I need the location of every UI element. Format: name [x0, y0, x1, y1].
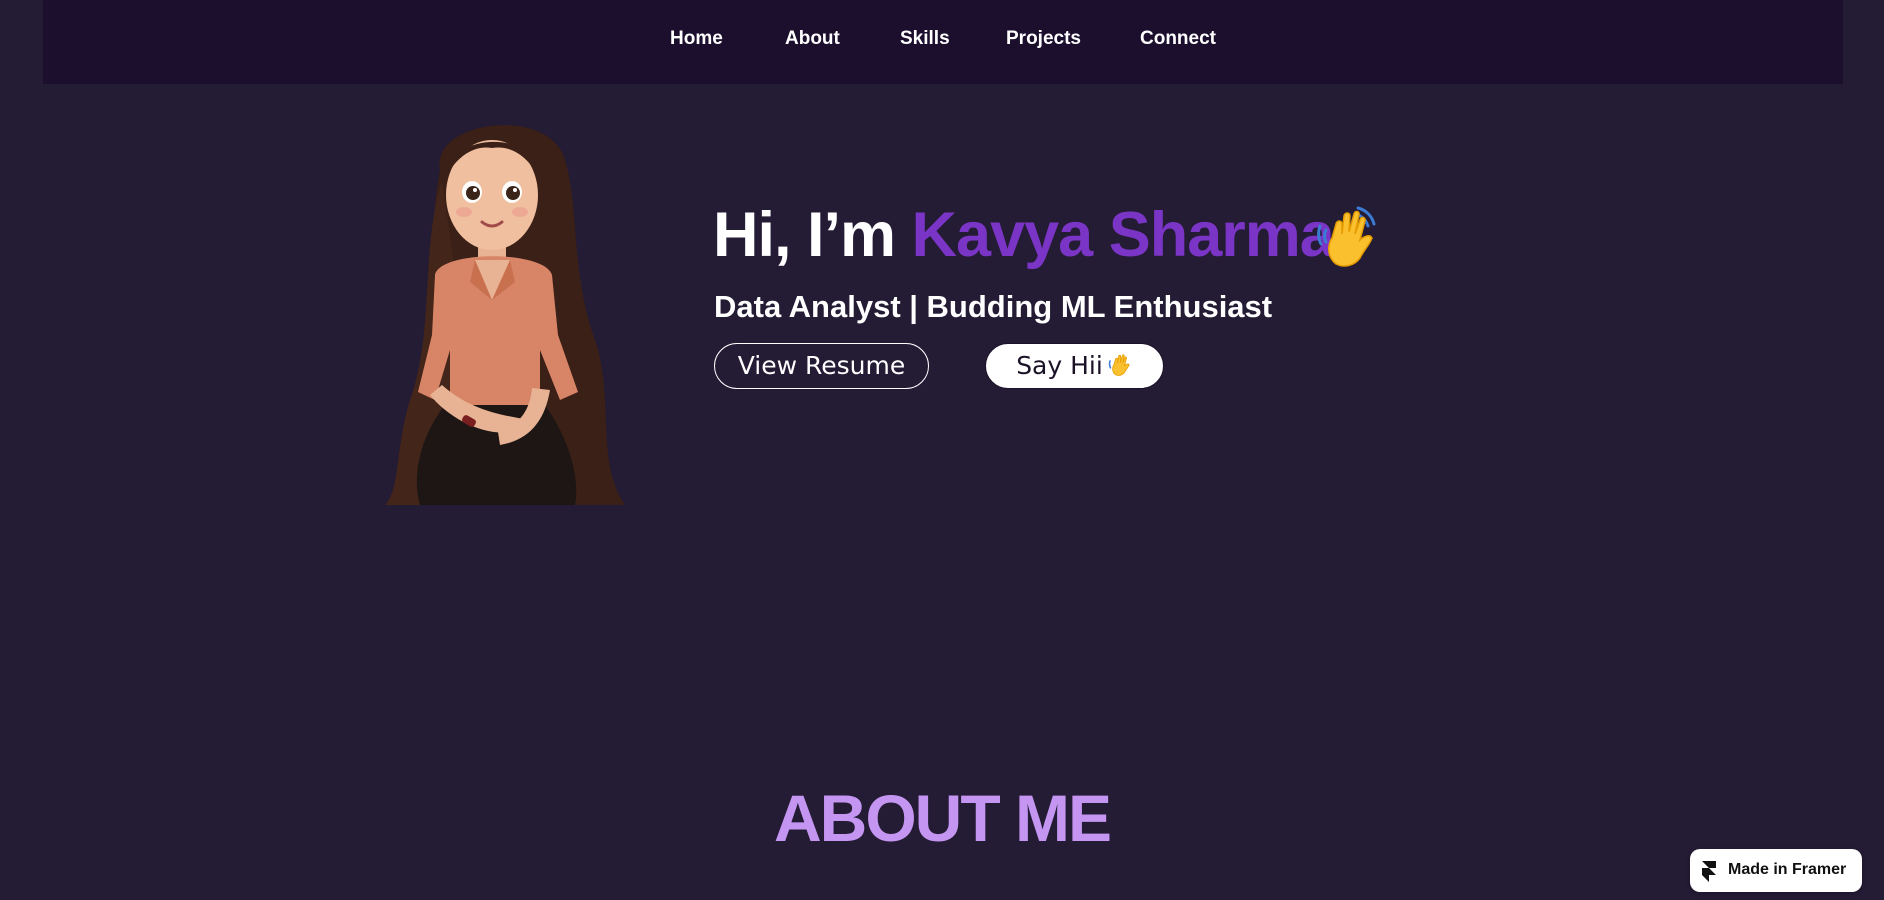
hero-name: Kavya Sharma — [911, 200, 1335, 270]
framer-logo-icon — [1702, 861, 1716, 882]
nav-link-about[interactable]: About — [785, 28, 840, 50]
hero-heading: Hi, I’m Kavya Sharma — [713, 198, 1335, 272]
top-navbar: Home About Skills Projects Connect — [43, 0, 1843, 84]
nav-link-projects[interactable]: Projects — [1006, 28, 1081, 50]
nav-link-connect[interactable]: Connect — [1140, 28, 1216, 50]
say-hii-label: Say Hii — [1016, 351, 1103, 380]
made-in-framer-badge[interactable]: Made in Framer — [1690, 849, 1862, 892]
hero-greeting: Hi, I’m — [713, 200, 912, 270]
say-hii-button[interactable]: Say Hii — [985, 343, 1164, 389]
view-resume-button[interactable]: View Resume — [714, 343, 929, 389]
nav-link-home[interactable]: Home — [670, 28, 723, 50]
about-me-heading: ABOUT ME — [774, 781, 1112, 855]
waving-hand-icon — [1317, 206, 1376, 267]
hero-subtitle: Data Analyst | Budding ML Enthusiast — [714, 289, 1273, 324]
nav-link-skills[interactable]: Skills — [900, 28, 950, 50]
page: Home About Skills Projects Connect Hi, I… — [0, 0, 1884, 900]
made-in-framer-label: Made in Framer — [1728, 861, 1847, 878]
waving-hand-icon — [1108, 354, 1130, 376]
avatar — [385, 125, 625, 505]
